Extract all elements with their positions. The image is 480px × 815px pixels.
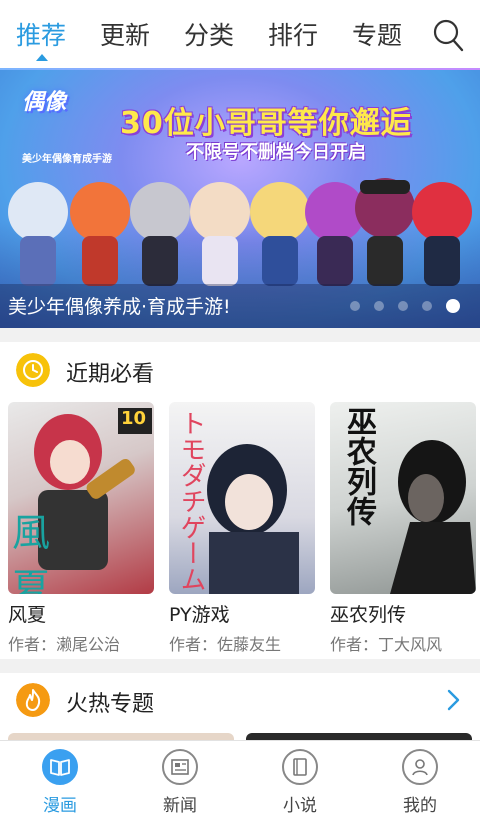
bottom-nav-news[interactable]: 新闻 — [140, 749, 220, 815]
novel-icon — [282, 749, 318, 785]
news-icon — [162, 749, 198, 785]
search-icon[interactable] — [432, 18, 464, 52]
volume-badge: 10 — [120, 408, 146, 429]
carousel-dot[interactable] — [350, 301, 360, 311]
profile-icon — [402, 749, 438, 785]
comic-cover[interactable]: トモダチゲーム — [169, 402, 315, 594]
section-gap — [0, 659, 480, 673]
bottom-nav-label: 我的 — [403, 796, 437, 815]
comic-book-icon — [42, 749, 78, 785]
active-tab-indicator — [36, 54, 48, 61]
banner-logo-subtitle: 美少年偶像育成手游 — [22, 154, 112, 165]
carousel-dots[interactable] — [350, 299, 474, 313]
comic-title[interactable]: 风夏 — [8, 600, 154, 627]
banner-logo: 偶像 — [22, 90, 67, 115]
banner-caption: 美少年偶像养成·育成手游! — [8, 296, 231, 318]
comic-cover[interactable]: 巫农列传 — [330, 402, 476, 594]
banner-carousel[interactable]: 偶像 美少年偶像育成手游 30位小哥哥等你邂逅 不限号不删档今日开启 美少年偶像… — [0, 70, 480, 328]
comic-author: 作者：濑尾公治 — [8, 635, 121, 654]
bottom-nav-novels[interactable]: 小说 — [260, 749, 340, 815]
bottom-nav-label: 漫画 — [43, 796, 77, 815]
comic-cover[interactable]: 10 風 夏 — [8, 402, 154, 594]
section-gap — [0, 328, 480, 342]
carousel-dot[interactable] — [374, 301, 384, 311]
bottom-nav-profile[interactable]: 我的 — [380, 749, 460, 815]
carousel-dot-active[interactable] — [446, 299, 460, 313]
banner-subline: 不限号不删档今日开启 — [186, 142, 366, 163]
cover-title: 巫农列传 — [341, 406, 376, 526]
tab-topic[interactable]: 专题 — [352, 16, 402, 52]
section-hot-header[interactable]: 火热专题 — [0, 672, 480, 728]
tab-recommend[interactable]: 推荐 — [16, 16, 66, 52]
tab-update[interactable]: 更新 — [100, 16, 150, 52]
tab-ranking[interactable]: 排行 — [268, 16, 318, 52]
chevron-right-icon[interactable] — [444, 688, 462, 712]
bottom-nav-comics[interactable]: 漫画 — [20, 749, 100, 815]
clock-icon — [16, 353, 50, 387]
comic-card[interactable]: 巫农列传 巫农列传 作者：丁大风风 — [330, 402, 476, 655]
section-recent-title: 近期必看 — [66, 362, 155, 387]
bottom-nav-label: 小说 — [283, 796, 317, 815]
carousel-dot[interactable] — [422, 301, 432, 311]
cover-title: トモダチゲーム — [176, 410, 206, 592]
comic-author: 作者：丁大风风 — [330, 635, 443, 654]
comic-author: 作者：佐藤友生 — [169, 635, 282, 654]
banner-headline: 30位小哥哥等你邂逅 — [120, 106, 412, 141]
section-recent-header: 近期必看 — [0, 342, 480, 398]
flame-icon — [16, 683, 50, 717]
bottom-nav: 漫画 新闻 小说 我的 — [0, 740, 480, 815]
section-hot-title: 火热专题 — [66, 692, 155, 717]
comic-title[interactable]: PY游戏 — [169, 600, 315, 627]
comic-title[interactable]: 巫农列传 — [330, 600, 476, 627]
bottom-nav-label: 新闻 — [163, 796, 197, 815]
tab-category[interactable]: 分类 — [184, 16, 234, 52]
comic-card[interactable]: 10 風 夏 风夏 作者：濑尾公治 — [8, 402, 154, 655]
cover-title: 風 夏 — [12, 511, 73, 594]
carousel-dot[interactable] — [398, 301, 408, 311]
top-nav: 推荐 更新 分类 排行 专题 — [0, 0, 480, 70]
comic-card[interactable]: トモダチゲーム PY游戏 作者：佐藤友生 — [169, 402, 315, 655]
